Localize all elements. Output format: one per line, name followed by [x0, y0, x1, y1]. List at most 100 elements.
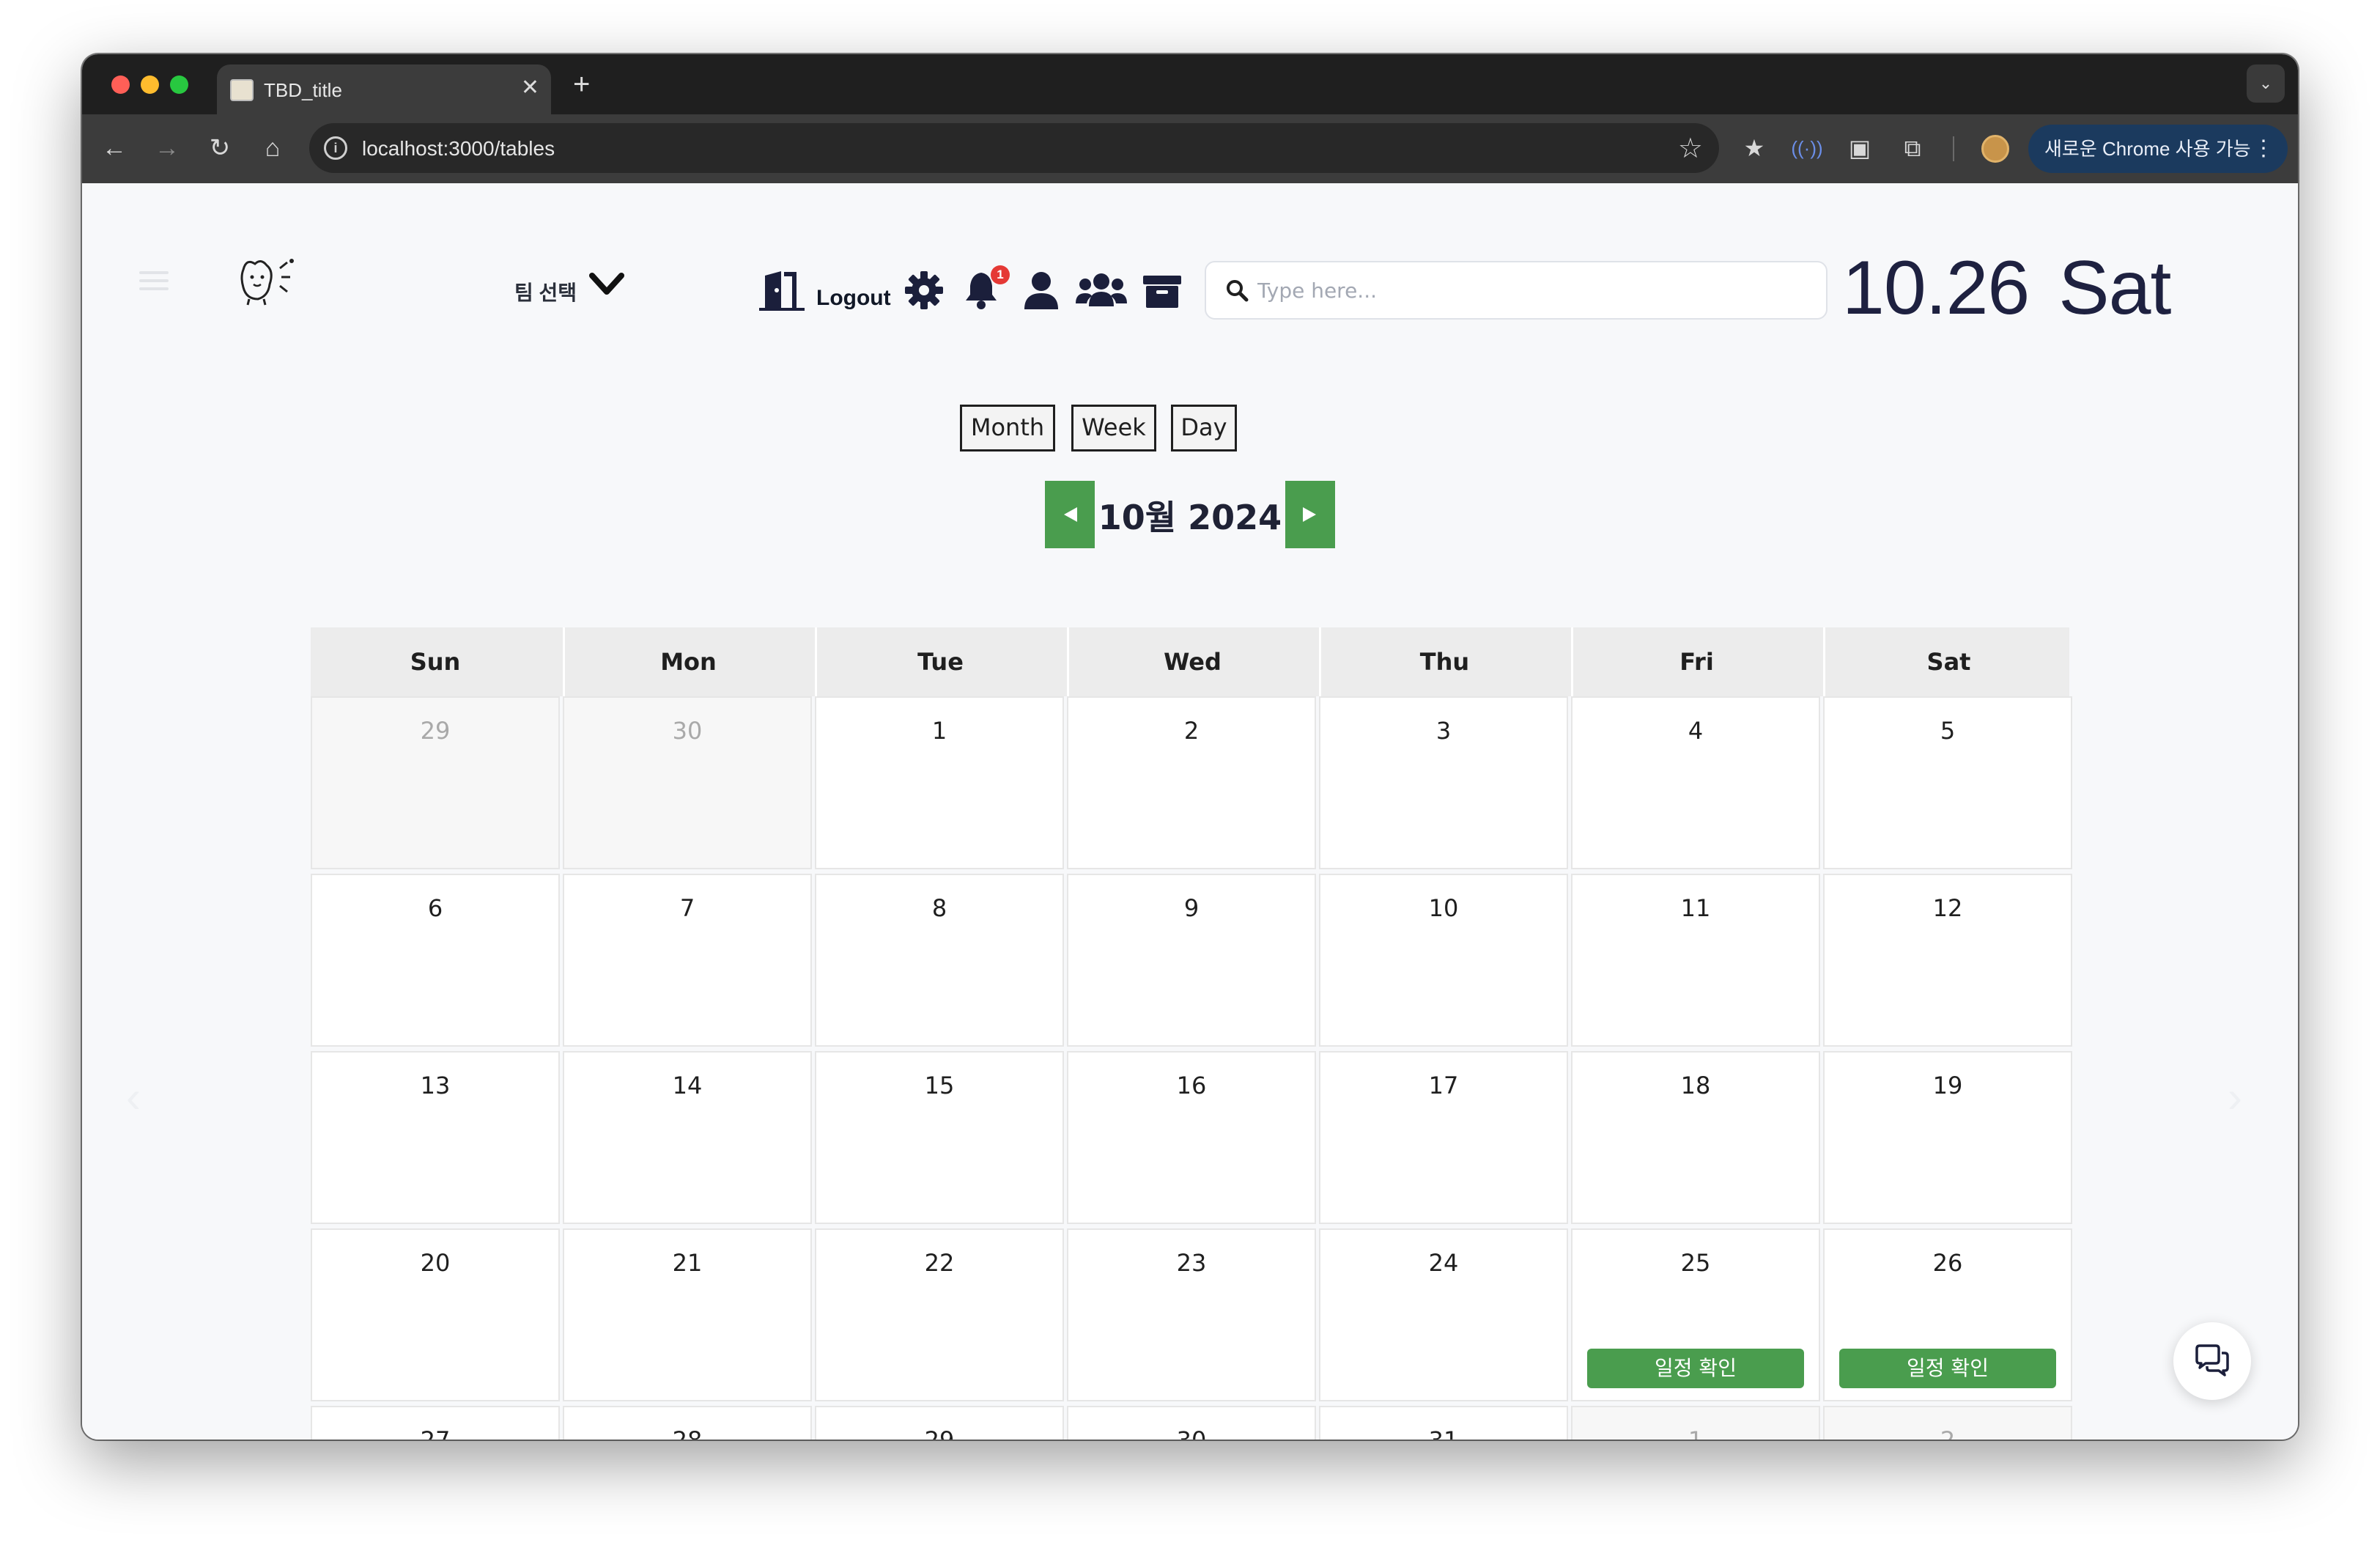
- day-number: 30: [672, 717, 703, 745]
- calendar-day-cell[interactable]: 28: [563, 1406, 812, 1440]
- calendar-day-cell[interactable]: 13: [311, 1051, 560, 1224]
- calendar-day-cell[interactable]: 8: [815, 874, 1064, 1047]
- weekday-sun: Sun: [410, 648, 461, 676]
- user-icon[interactable]: [1021, 270, 1061, 311]
- month-label: 10월 2024: [1098, 498, 1282, 537]
- extensions-icon[interactable]: ⧉: [1893, 129, 1932, 167]
- calendar-day-cell[interactable]: 2: [1823, 1406, 2072, 1440]
- calendar-day-cell[interactable]: 17: [1319, 1051, 1568, 1224]
- archive-icon[interactable]: [1142, 270, 1183, 311]
- week-view-button[interactable]: Week: [1071, 405, 1156, 452]
- weekday-tue: Tue: [815, 627, 1064, 696]
- next-month-button[interactable]: [1285, 481, 1335, 548]
- previous-month-button[interactable]: [1045, 481, 1095, 548]
- site-info-icon[interactable]: i: [324, 136, 347, 160]
- calendar-day-cell[interactable]: 21: [563, 1228, 812, 1401]
- tab-title: TBD_title: [264, 79, 342, 101]
- day-number: 9: [1183, 894, 1200, 922]
- calendar-day-cell[interactable]: 29: [311, 696, 560, 869]
- calendar-day-cell[interactable]: 24: [1319, 1228, 1568, 1401]
- cast-icon[interactable]: ((·)): [1788, 129, 1826, 167]
- calendar-day-cell[interactable]: 19: [1823, 1051, 2072, 1224]
- calendar-day-cell[interactable]: 30: [1067, 1406, 1316, 1440]
- address-bar[interactable]: i localhost:3000/tables ☆: [309, 123, 1719, 173]
- calendar-day-cell[interactable]: 14: [563, 1051, 812, 1224]
- calendar-day-cell[interactable]: 18: [1571, 1051, 1820, 1224]
- screenshot-icon[interactable]: ▣: [1841, 129, 1879, 167]
- calendar-day-cell[interactable]: 31: [1319, 1406, 1568, 1440]
- tab-search-button[interactable]: ⌄: [2247, 64, 2285, 103]
- reload-button[interactable]: ↻: [201, 129, 239, 167]
- day-number: 21: [672, 1249, 703, 1277]
- url-text[interactable]: localhost:3000/tables: [362, 137, 555, 161]
- favicon-icon: [230, 79, 254, 101]
- weekday-sat: Sat: [1823, 627, 2072, 696]
- day-number: 10: [1428, 894, 1459, 922]
- calendar-day-cell[interactable]: 22: [815, 1228, 1064, 1401]
- day-number: 26: [1932, 1249, 1963, 1277]
- bookmark-star-icon[interactable]: ☆: [1678, 132, 1703, 165]
- schedule-check-button[interactable]: 일정 확인: [1839, 1349, 2056, 1388]
- calendar-day-cell[interactable]: 6: [311, 874, 560, 1047]
- bookmarks-icon[interactable]: ★: [1735, 129, 1773, 167]
- menu-icon[interactable]: [139, 271, 169, 295]
- calendar-day-cell[interactable]: 7: [563, 874, 812, 1047]
- calendar-day-cell[interactable]: 11: [1571, 874, 1820, 1047]
- back-button[interactable]: ←: [95, 129, 133, 167]
- weekday-header: Sun Mon Tue Wed Thu Fri Sat: [311, 627, 2069, 696]
- browser-tab[interactable]: TBD_title ✕: [217, 64, 551, 114]
- search-input[interactable]: [1257, 274, 1814, 306]
- calendar-day-cell[interactable]: 12: [1823, 874, 2072, 1047]
- logout-label: Logout: [816, 286, 891, 310]
- calendar-day-cell[interactable]: 26 일정 확인: [1823, 1228, 2072, 1401]
- chat-button[interactable]: [2173, 1322, 2251, 1400]
- calendar-day-cell[interactable]: 16: [1067, 1051, 1316, 1224]
- caret-left-icon: [1064, 507, 1077, 522]
- close-window-button[interactable]: [111, 75, 130, 94]
- more-menu-icon[interactable]: ⋮: [2252, 125, 2274, 173]
- day-number: 13: [420, 1072, 451, 1099]
- new-tab-button[interactable]: +: [573, 66, 590, 103]
- logo-icon[interactable]: [236, 255, 298, 306]
- calendar-day-cell[interactable]: 20: [311, 1228, 560, 1401]
- team-select-label[interactable]: 팀 선택: [514, 277, 577, 306]
- minimize-window-button[interactable]: [141, 75, 159, 94]
- day-number: 14: [672, 1072, 703, 1099]
- calendar-day-cell[interactable]: 10: [1319, 874, 1568, 1047]
- day-number: 23: [1176, 1249, 1207, 1277]
- calendar-day-cell[interactable]: 3: [1319, 696, 1568, 869]
- maximize-window-button[interactable]: [170, 75, 188, 94]
- carousel-next-icon[interactable]: ›: [2228, 1072, 2242, 1122]
- calendar-day-cell[interactable]: 27: [311, 1406, 560, 1440]
- search-bar[interactable]: [1205, 261, 1828, 320]
- home-button[interactable]: ⌂: [254, 129, 292, 167]
- calendar-day-cell[interactable]: 15: [815, 1051, 1064, 1224]
- calendar-day-cell[interactable]: 29: [815, 1406, 1064, 1440]
- carousel-prev-icon[interactable]: ‹: [126, 1072, 141, 1122]
- calendar-day-cell[interactable]: 2: [1067, 696, 1316, 869]
- users-icon[interactable]: [1076, 270, 1127, 311]
- calendar-day-cell[interactable]: 5: [1823, 696, 2072, 869]
- chevron-down-icon[interactable]: [588, 270, 626, 299]
- day-number: 1: [931, 717, 947, 745]
- calendar-day-cell[interactable]: 30: [563, 696, 812, 869]
- gear-icon[interactable]: [904, 270, 944, 311]
- day-view-button[interactable]: Day: [1171, 405, 1237, 452]
- calendar-day-cell[interactable]: 4: [1571, 696, 1820, 869]
- calendar-day-cell[interactable]: 1: [1571, 1406, 1820, 1440]
- chat-icon: [2195, 1344, 2229, 1376]
- calendar-day-cell[interactable]: 1: [815, 696, 1064, 869]
- month-view-button[interactable]: Month: [960, 405, 1055, 452]
- calendar-day-cell[interactable]: 23: [1067, 1228, 1316, 1401]
- tab-close-icon[interactable]: ✕: [521, 75, 539, 101]
- forward-button[interactable]: →: [148, 129, 186, 167]
- toolbar-divider: [1953, 136, 1954, 161]
- calendar-day-cell[interactable]: 25 일정 확인: [1571, 1228, 1820, 1401]
- schedule-check-button[interactable]: 일정 확인: [1587, 1349, 1804, 1388]
- day-number: 25: [1680, 1249, 1711, 1277]
- day-number: 12: [1932, 894, 1963, 922]
- calendar-day-cell[interactable]: 9: [1067, 874, 1316, 1047]
- profile-avatar[interactable]: [1981, 135, 2009, 163]
- chrome-update-button[interactable]: 새로운 Chrome 사용 가능 ⋮: [2028, 125, 2288, 173]
- tab-strip: TBD_title ✕ + ⌄: [82, 54, 2298, 114]
